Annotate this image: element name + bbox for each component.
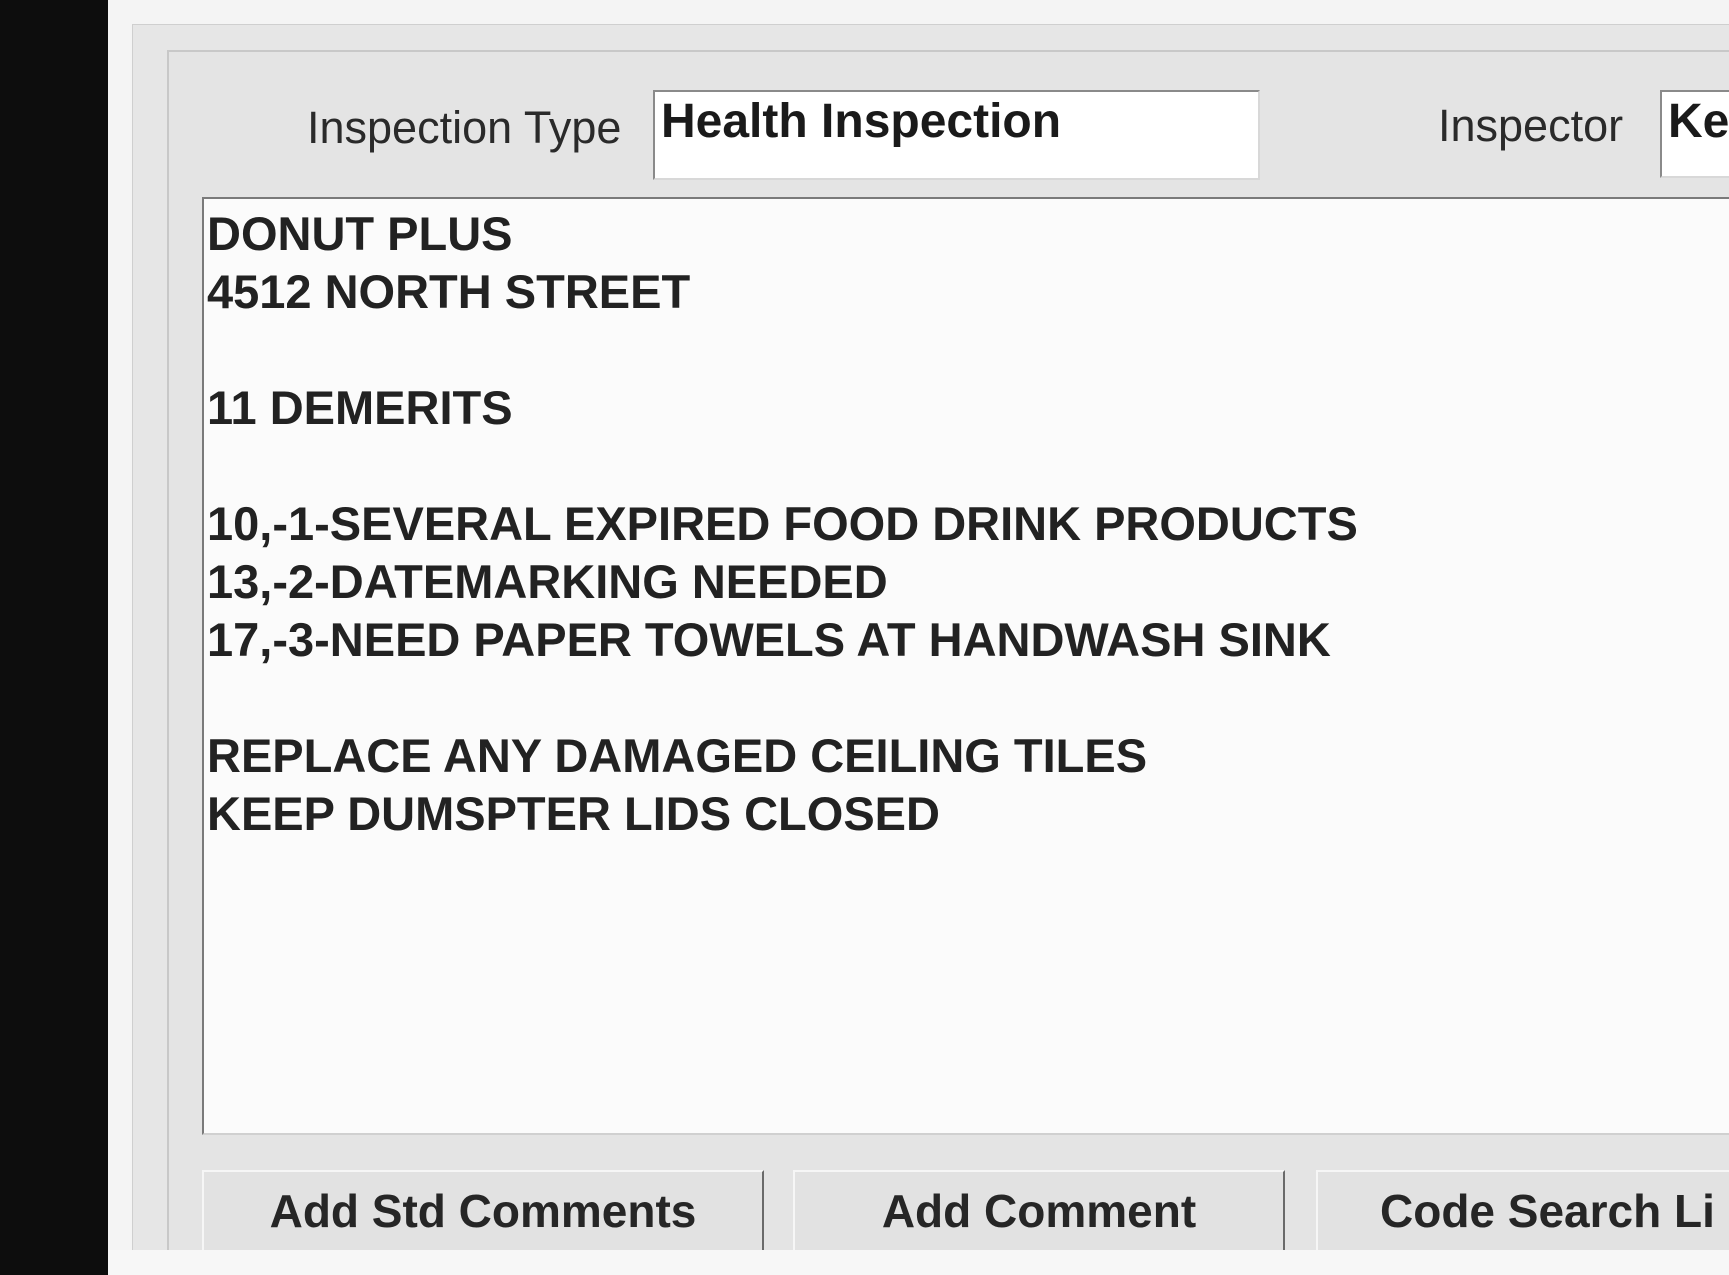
comment-line (207, 437, 1729, 495)
comment-line: 10,-1-SEVERAL EXPIRED FOOD DRINK PRODUCT… (207, 497, 1358, 550)
comment-line: KEEP DUMSPTER LIDS CLOSED (207, 787, 940, 840)
comment-line: REPLACE ANY DAMAGED CEILING TILES (207, 729, 1148, 782)
comments-textarea[interactable]: DONUT PLUS 4512 NORTH STREET 11 DEMERITS… (202, 197, 1729, 1135)
scan-bottom-edge (108, 1250, 1729, 1275)
comment-line (207, 669, 1729, 727)
inspection-type-field[interactable]: Health Inspection (653, 90, 1260, 180)
comment-line: 4512 NORTH STREET (207, 265, 691, 318)
comment-line: 13,-2-DATEMARKING NEEDED (207, 555, 888, 608)
code-search-button[interactable]: Code Search Li (1316, 1170, 1729, 1251)
scan-dark-margin (0, 0, 108, 1275)
comment-line (207, 321, 1729, 379)
comment-line: DONUT PLUS (207, 207, 513, 260)
add-comment-button[interactable]: Add Comment (793, 1170, 1285, 1251)
inspector-label: Inspector (1438, 100, 1624, 151)
inspection-type-label: Inspection Type (307, 102, 622, 153)
comment-line: 17,-3-NEED PAPER TOWELS AT HANDWASH SINK (207, 613, 1331, 666)
add-std-comments-button[interactable]: Add Std Comments (202, 1170, 764, 1251)
comment-line: 11 DEMERITS (207, 381, 513, 434)
inspector-field[interactable]: Ke (1660, 90, 1729, 178)
